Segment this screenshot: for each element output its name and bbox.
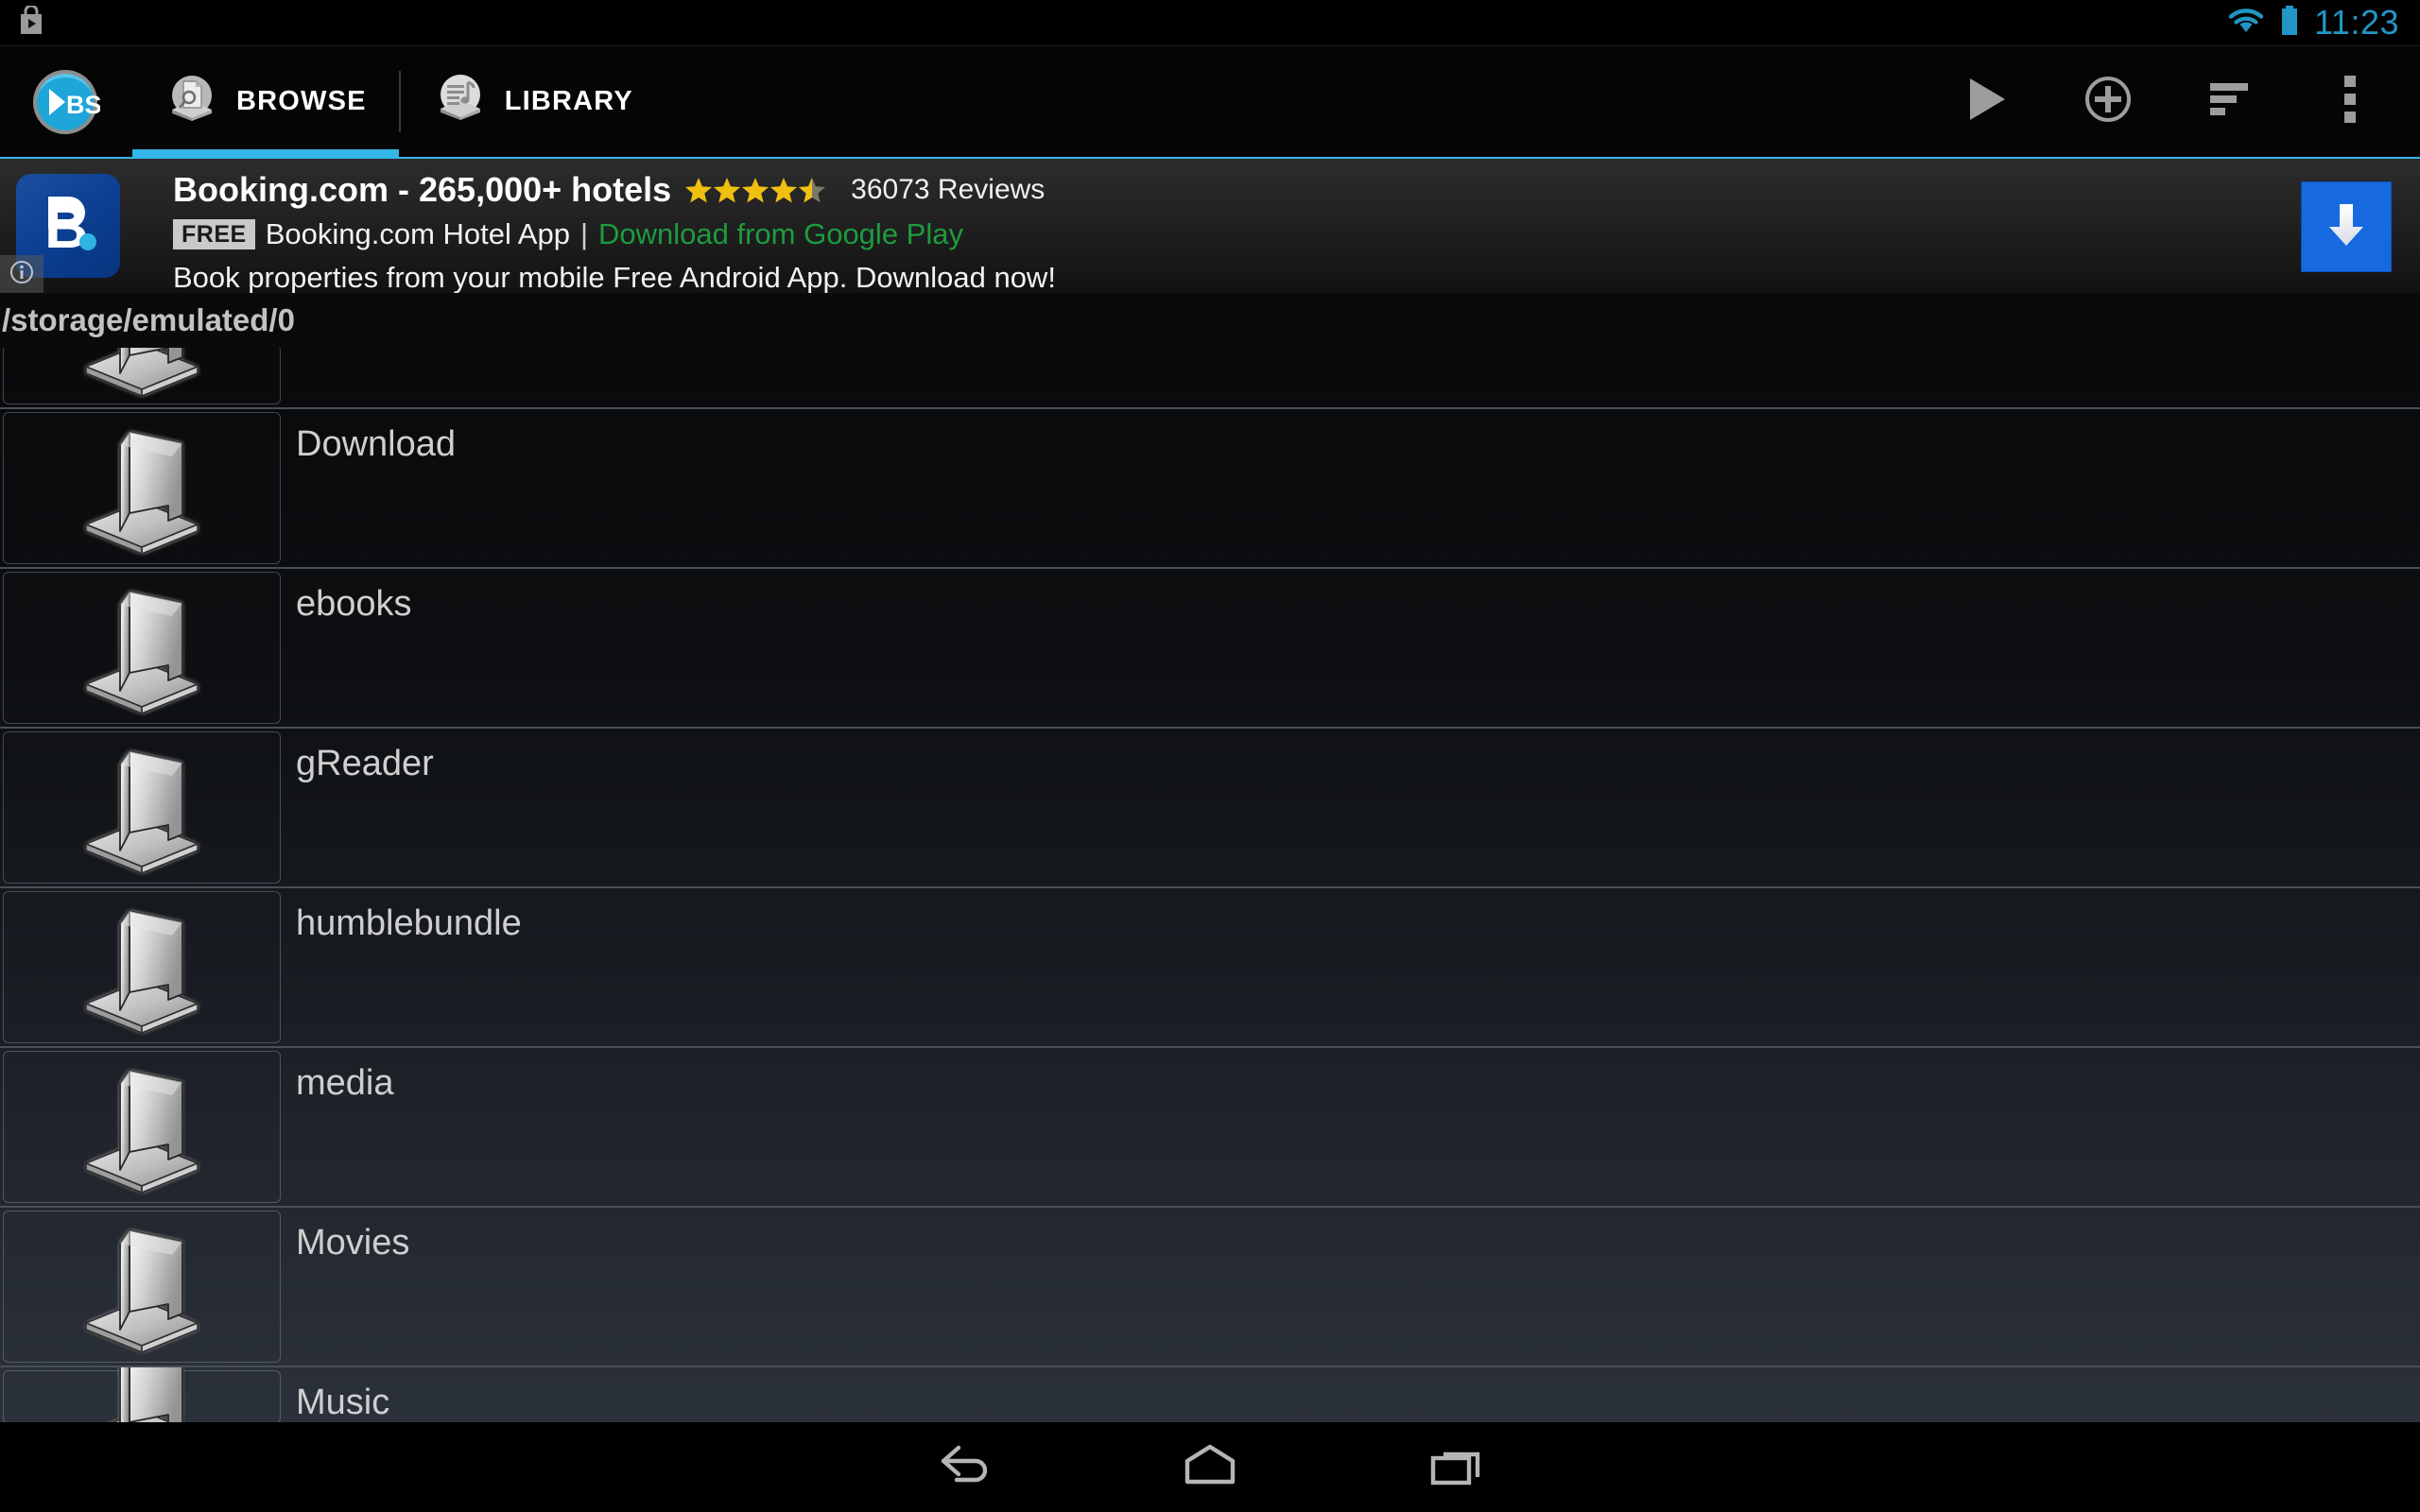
add-button[interactable] [2048,46,2169,158]
folder-3d-icon [71,894,213,1040]
svg-text:BS: BS [66,91,100,119]
folder-3d-icon [71,1213,213,1360]
tab-library[interactable]: LIBRARY [401,46,666,157]
path-bar: /storage/emulated/0 [0,293,2420,348]
list-item[interactable]: Movies [0,1208,2420,1367]
folder-3d-icon [71,575,213,721]
ad-price-badge: FREE [173,219,255,249]
folder-name: humblebundle [296,903,522,943]
ad-info-badge[interactable] [0,255,43,293]
list-item[interactable]: ebooks [0,569,2420,729]
tab-library-label: LIBRARY [504,86,633,116]
bubbleupnp-bs-logo[interactable]: BS [30,67,102,137]
folder-name: ebooks [296,584,412,624]
tab-browse-label: BROWSE [236,86,367,116]
ad-info-icon [9,260,34,289]
folder-icon-cell [3,348,281,404]
folder-icon-cell [3,891,281,1043]
sort-button[interactable] [2169,46,2290,158]
tab-browse[interactable]: BROWSE [132,46,399,157]
status-bar-clock: 11:23 [2314,3,2399,42]
folder-name: gReader [296,744,434,783]
list-item[interactable]: Download [0,409,2420,569]
play-button[interactable] [1927,46,2048,158]
ad-description: Book properties from your mobile Free An… [173,261,1056,293]
action-bar-actions [1927,46,2420,158]
android-screen: 11:23 BS BROWSE LIBRARY B Booking.com - … [0,0,2420,1512]
ad-title: Booking.com - 265,000+ hotels [173,170,672,209]
list-item[interactable]: gReader [0,729,2420,888]
play-icon [1966,76,2008,128]
folder-name: Music [296,1383,390,1422]
folder-icon-cell [3,572,281,724]
action-bar-tabs: BROWSE LIBRARY [132,46,666,157]
ad-download-button[interactable] [2301,181,2392,272]
action-bar: BS BROWSE LIBRARY [0,45,2420,157]
folder-name-cell: media [281,1048,2420,1206]
folder-3d-icon [71,1054,213,1200]
play-store-bag-icon [17,4,45,41]
status-bar: 11:23 [0,0,2420,45]
folder-icon-cell [3,1051,281,1203]
ad-google-play-link[interactable]: Download from Google Play [598,217,963,251]
recents-icon [1428,1442,1483,1492]
folder-name-cell: Movies [281,1208,2420,1366]
folder-3d-icon [71,734,213,881]
list-item[interactable] [0,348,2420,409]
folder-name-cell: Download [281,409,2420,567]
overflow-button[interactable] [2290,46,2411,158]
ad-subtitle-row: FREE Booking.com Hotel App | Download fr… [173,213,2269,256]
folder-3d-icon [71,348,213,404]
browse-document-search-icon [164,72,219,131]
folder-icon-cell [3,412,281,564]
folder-name-cell [281,390,2420,407]
home-button[interactable] [1087,1422,1333,1512]
ad-rating-stars [684,176,828,204]
navigation-bar [0,1422,2420,1512]
svg-text:B: B [44,193,88,261]
list-item[interactable]: Music [0,1367,2420,1422]
folder-3d-icon [71,1367,213,1422]
ad-banner[interactable]: B Booking.com - 265,000+ hotels 36073 Re… [0,157,2420,293]
file-list[interactable]: Download ebooks gReader humblebundle med… [0,348,2420,1422]
folder-icon-cell [3,731,281,884]
list-item[interactable]: media [0,1048,2420,1208]
list-item[interactable]: humblebundle [0,888,2420,1048]
back-button[interactable] [841,1422,1087,1512]
current-path: /storage/emulated/0 [2,302,295,337]
sort-lines-icon [2206,78,2252,125]
folder-3d-icon [71,415,213,561]
folder-name-cell: ebooks [281,569,2420,727]
battery-icon [2280,5,2299,41]
ad-title-row: Booking.com - 265,000+ hotels 36073 Revi… [173,167,2269,213]
back-arrow-icon [934,1440,994,1494]
folder-icon-cell [3,1367,281,1422]
status-bar-notifications [0,4,45,41]
home-icon [1183,1442,1237,1492]
folder-name: media [296,1063,394,1103]
folder-name-cell: Music [281,1367,2420,1422]
folder-name-cell: humblebundle [281,888,2420,1046]
wifi-icon [2227,7,2265,40]
status-bar-system-icons: 11:23 [2227,3,2420,43]
plus-circle-icon [2084,76,2132,128]
ad-subtitle: Booking.com Hotel App [265,217,570,250]
ad-review-count: 36073 Reviews [851,174,1046,205]
download-arrow-icon [2322,198,2371,256]
folder-name: Download [296,424,456,464]
folder-name: Movies [296,1223,410,1263]
ad-content: Booking.com - 265,000+ hotels 36073 Revi… [173,167,2269,293]
folder-name-cell: gReader [281,729,2420,886]
overflow-menu-icon [2343,74,2357,129]
recents-button[interactable] [1333,1422,1579,1512]
ad-separator: | [579,217,588,250]
folder-icon-cell [3,1211,281,1363]
library-music-list-icon [433,72,488,131]
